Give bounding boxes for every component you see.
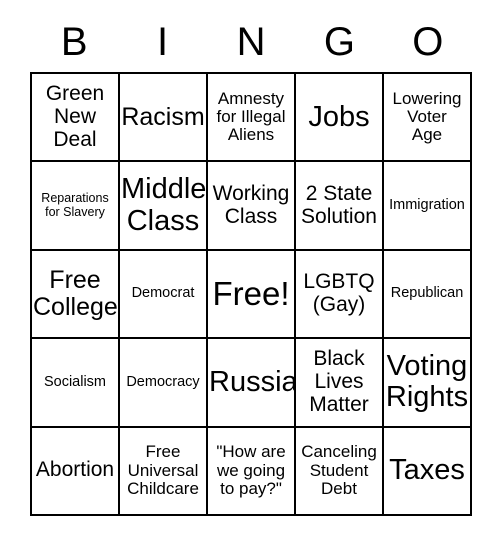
bingo-grid: Green New Deal Racism Amnesty for Illega…: [30, 72, 472, 516]
bingo-cell-n5[interactable]: "How are we going to pay?": [208, 427, 296, 516]
bingo-cell-o5[interactable]: Taxes: [384, 427, 472, 516]
bingo-cell-o1[interactable]: Lowering Voter Age: [384, 74, 472, 163]
bingo-cell-label: Reparations for Slavery: [41, 191, 109, 219]
bingo-cell-g1[interactable]: Jobs: [296, 74, 384, 163]
bingo-cell-label: Racism: [121, 102, 205, 131]
bingo-cell-n1[interactable]: Amnesty for Illegal Aliens: [208, 74, 296, 163]
bingo-cell-label: Russia: [209, 365, 296, 398]
bingo-cell-b1[interactable]: Green New Deal: [32, 74, 120, 163]
header-letter-i: I: [157, 20, 169, 64]
bingo-cell-label: Green New Deal: [45, 82, 105, 151]
bingo-cell-g3[interactable]: LGBTQ (Gay): [296, 250, 384, 340]
bingo-cell-label: Free!: [212, 275, 290, 313]
bingo-cell-label: Black Lives Matter: [309, 347, 369, 416]
bingo-cell-i2[interactable]: Middle Class: [120, 162, 208, 251]
bingo-cell-label: Abortion: [35, 458, 115, 482]
bingo-cell-i1[interactable]: Racism: [120, 74, 208, 163]
bingo-cell-n2[interactable]: Working Class: [208, 162, 296, 251]
bingo-cell-label: Middle Class: [121, 173, 207, 237]
bingo-cell-label: Democracy: [126, 373, 200, 390]
bingo-cell-b5[interactable]: Abortion: [32, 427, 120, 516]
bingo-cell-b3[interactable]: Free College: [32, 250, 120, 340]
bingo-cell-o2[interactable]: Immigration: [384, 162, 472, 251]
bingo-cell-g2[interactable]: 2 State Solution: [296, 162, 384, 251]
bingo-cell-label: Taxes: [389, 454, 465, 487]
bingo-cell-label: Republican: [390, 285, 464, 302]
bingo-cell-label: LGBTQ (Gay): [303, 270, 375, 316]
bingo-cell-label: "How are we going to pay?": [216, 442, 286, 498]
bingo-cell-label: Free College: [33, 265, 118, 321]
bingo-cell-label: Democrat: [131, 285, 195, 302]
bingo-cell-i3[interactable]: Democrat: [120, 250, 208, 340]
bingo-cell-label: Socialism: [43, 373, 107, 390]
bingo-cell-i4[interactable]: Democracy: [120, 339, 208, 428]
header-letter-n: N: [236, 20, 266, 64]
bingo-cell-label: Jobs: [308, 100, 370, 133]
bingo-cell-label: Lowering Voter Age: [392, 88, 462, 145]
bingo-cell-label: Free Universal Childcare: [127, 442, 199, 498]
bingo-cell-b2[interactable]: Reparations for Slavery: [32, 162, 120, 251]
bingo-cell-n4[interactable]: Russia: [208, 339, 296, 428]
bingo-cell-g4[interactable]: Black Lives Matter: [296, 339, 384, 428]
bingo-cell-label: Amnesty for Illegal Aliens: [216, 88, 286, 145]
header-letter-o: O: [412, 20, 444, 64]
bingo-cell-g5[interactable]: Canceling Student Debt: [296, 427, 384, 516]
header-letter-b: B: [60, 20, 88, 64]
bingo-cell-o4[interactable]: Voting Rights: [384, 339, 472, 428]
bingo-cell-label: Immigration: [389, 196, 465, 213]
bingo-cell-i5[interactable]: Free Universal Childcare: [120, 427, 208, 516]
bingo-cell-label: Voting Rights: [385, 350, 469, 414]
bingo-card: B I N G O Green New Deal Racism Amnesty …: [0, 0, 500, 544]
bingo-cell-b4[interactable]: Socialism: [32, 339, 120, 428]
bingo-cell-label: 2 State Solution: [301, 181, 377, 228]
header-letter-g: G: [323, 20, 355, 64]
bingo-cell-label: Working Class: [212, 181, 290, 228]
bingo-cell-free-space[interactable]: Free!: [208, 250, 296, 340]
bingo-header: B I N G O: [30, 14, 472, 70]
bingo-cell-label: Canceling Student Debt: [301, 442, 377, 498]
bingo-cell-o3[interactable]: Republican: [384, 250, 472, 340]
